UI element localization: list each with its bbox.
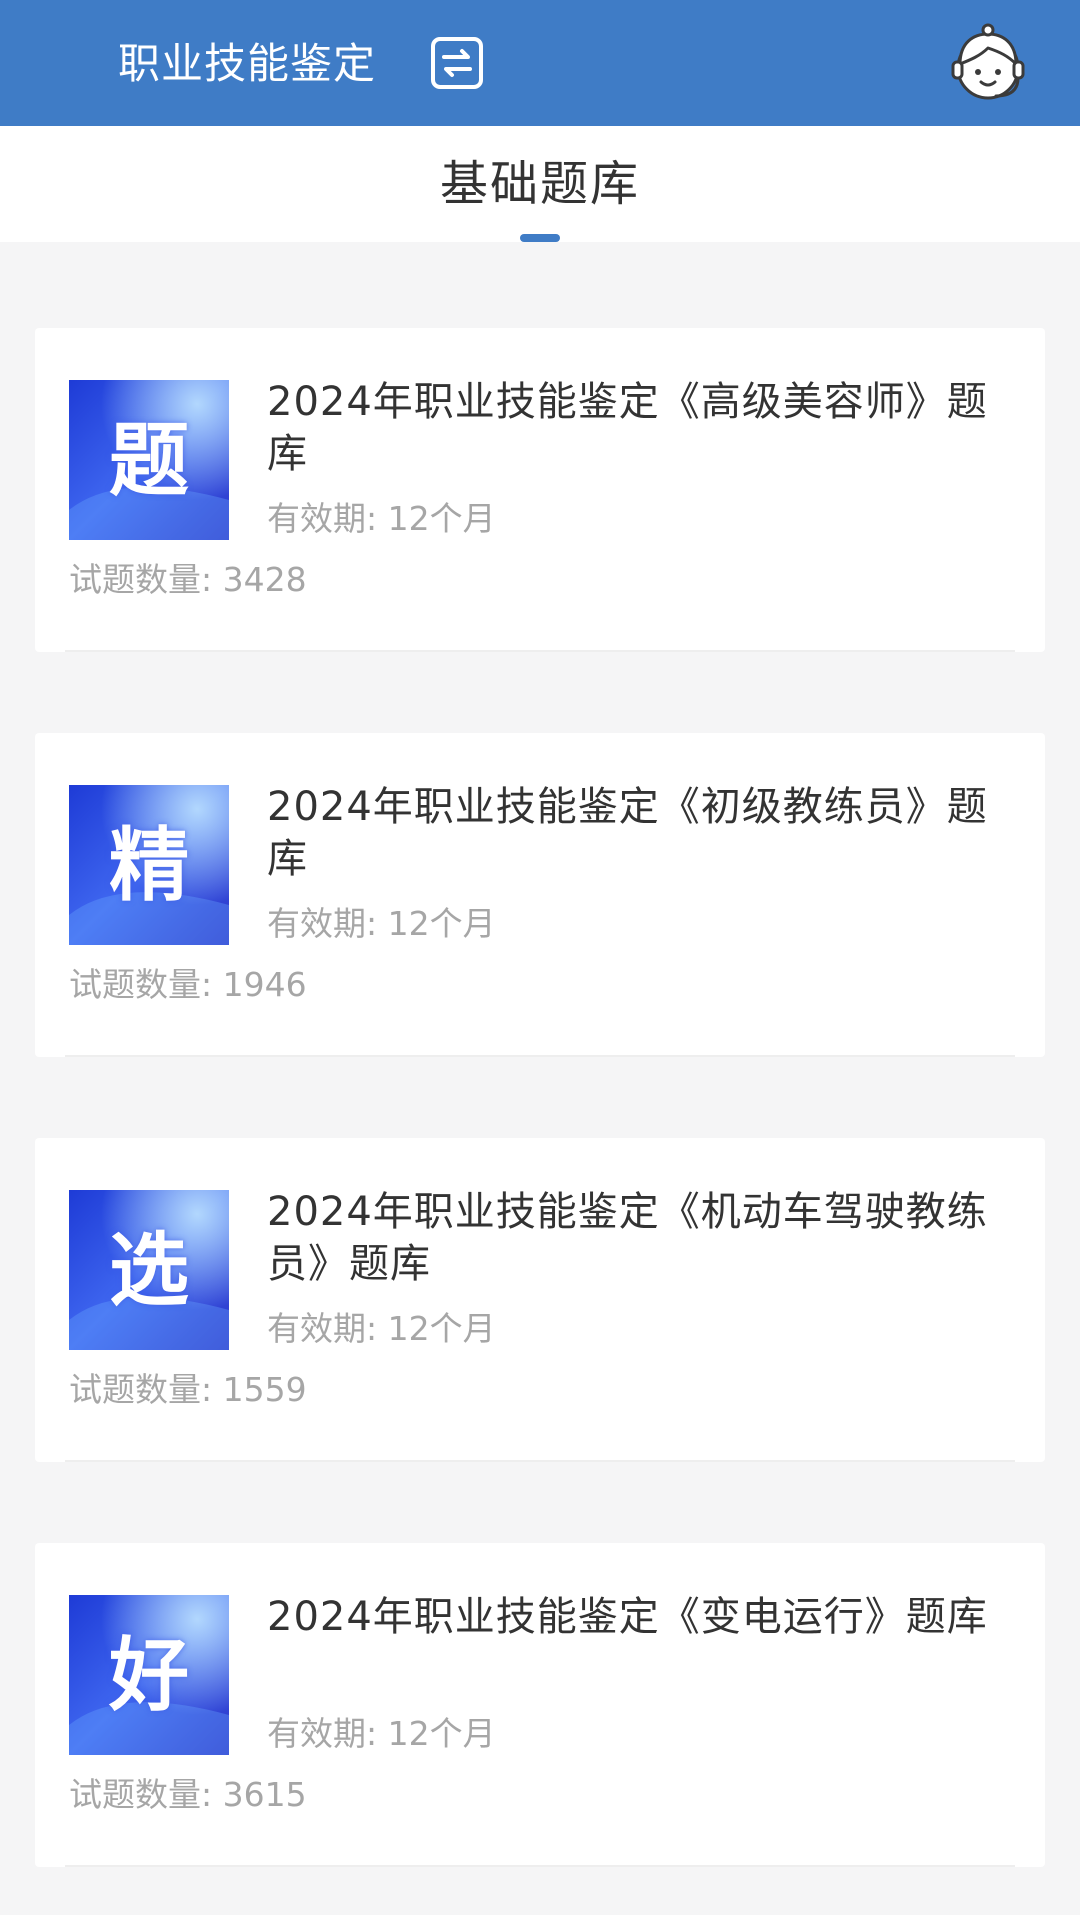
customer-service-icon[interactable]: [948, 22, 1028, 106]
tab-bar: 基础题库: [0, 126, 1080, 242]
card-question-count: 试题数量: 3428: [69, 560, 307, 599]
card-badge-char: 好: [109, 1628, 189, 1722]
question-bank-card[interactable]: 题 2024年职业技能鉴定《高级美容师》题库 有效期: 12个月 试题数量: 3…: [35, 328, 1045, 652]
question-bank-card[interactable]: 精 2024年职业技能鉴定《初级教练员》题库 有效期: 12个月 试题数量: 1…: [35, 733, 1045, 1057]
switch-icon[interactable]: [430, 36, 484, 90]
card-question-count: 试题数量: 3615: [69, 1775, 307, 1814]
card-validity: 有效期: 12个月: [267, 1714, 496, 1753]
question-bank-card[interactable]: 选 2024年职业技能鉴定《机动车驾驶教练员》题库 有效期: 12个月 试题数量…: [35, 1138, 1045, 1462]
active-tab-indicator: [520, 234, 560, 242]
card-badge-char: 题: [109, 413, 189, 507]
card-thumbnail: 题: [69, 380, 229, 540]
card-badge-char: 精: [109, 818, 189, 912]
top-bar: 职业技能鉴定: [0, 0, 1080, 126]
question-bank-card[interactable]: 好 2024年职业技能鉴定《变电运行》题库 有效期: 12个月 试题数量: 36…: [35, 1543, 1045, 1867]
card-validity: 有效期: 12个月: [267, 904, 496, 943]
card-title: 2024年职业技能鉴定《机动车驾驶教练员》题库: [267, 1189, 988, 1287]
card-title: 2024年职业技能鉴定《变电运行》题库: [267, 1594, 988, 1640]
card-validity: 有效期: 12个月: [267, 499, 496, 538]
card-title: 2024年职业技能鉴定《高级美容师》题库: [267, 379, 988, 477]
card-badge-char: 选: [109, 1223, 189, 1317]
card-title: 2024年职业技能鉴定《初级教练员》题库: [267, 784, 988, 882]
card-question-count: 试题数量: 1946: [69, 965, 307, 1004]
card-validity: 有效期: 12个月: [267, 1309, 496, 1348]
card-question-count: 试题数量: 1559: [69, 1370, 307, 1409]
card-thumbnail: 好: [69, 1595, 229, 1755]
app-title: 职业技能鉴定: [118, 39, 377, 88]
tab-basic-question-bank[interactable]: 基础题库: [0, 154, 1080, 214]
card-thumbnail: 精: [69, 785, 229, 945]
card-thumbnail: 选: [69, 1190, 229, 1350]
